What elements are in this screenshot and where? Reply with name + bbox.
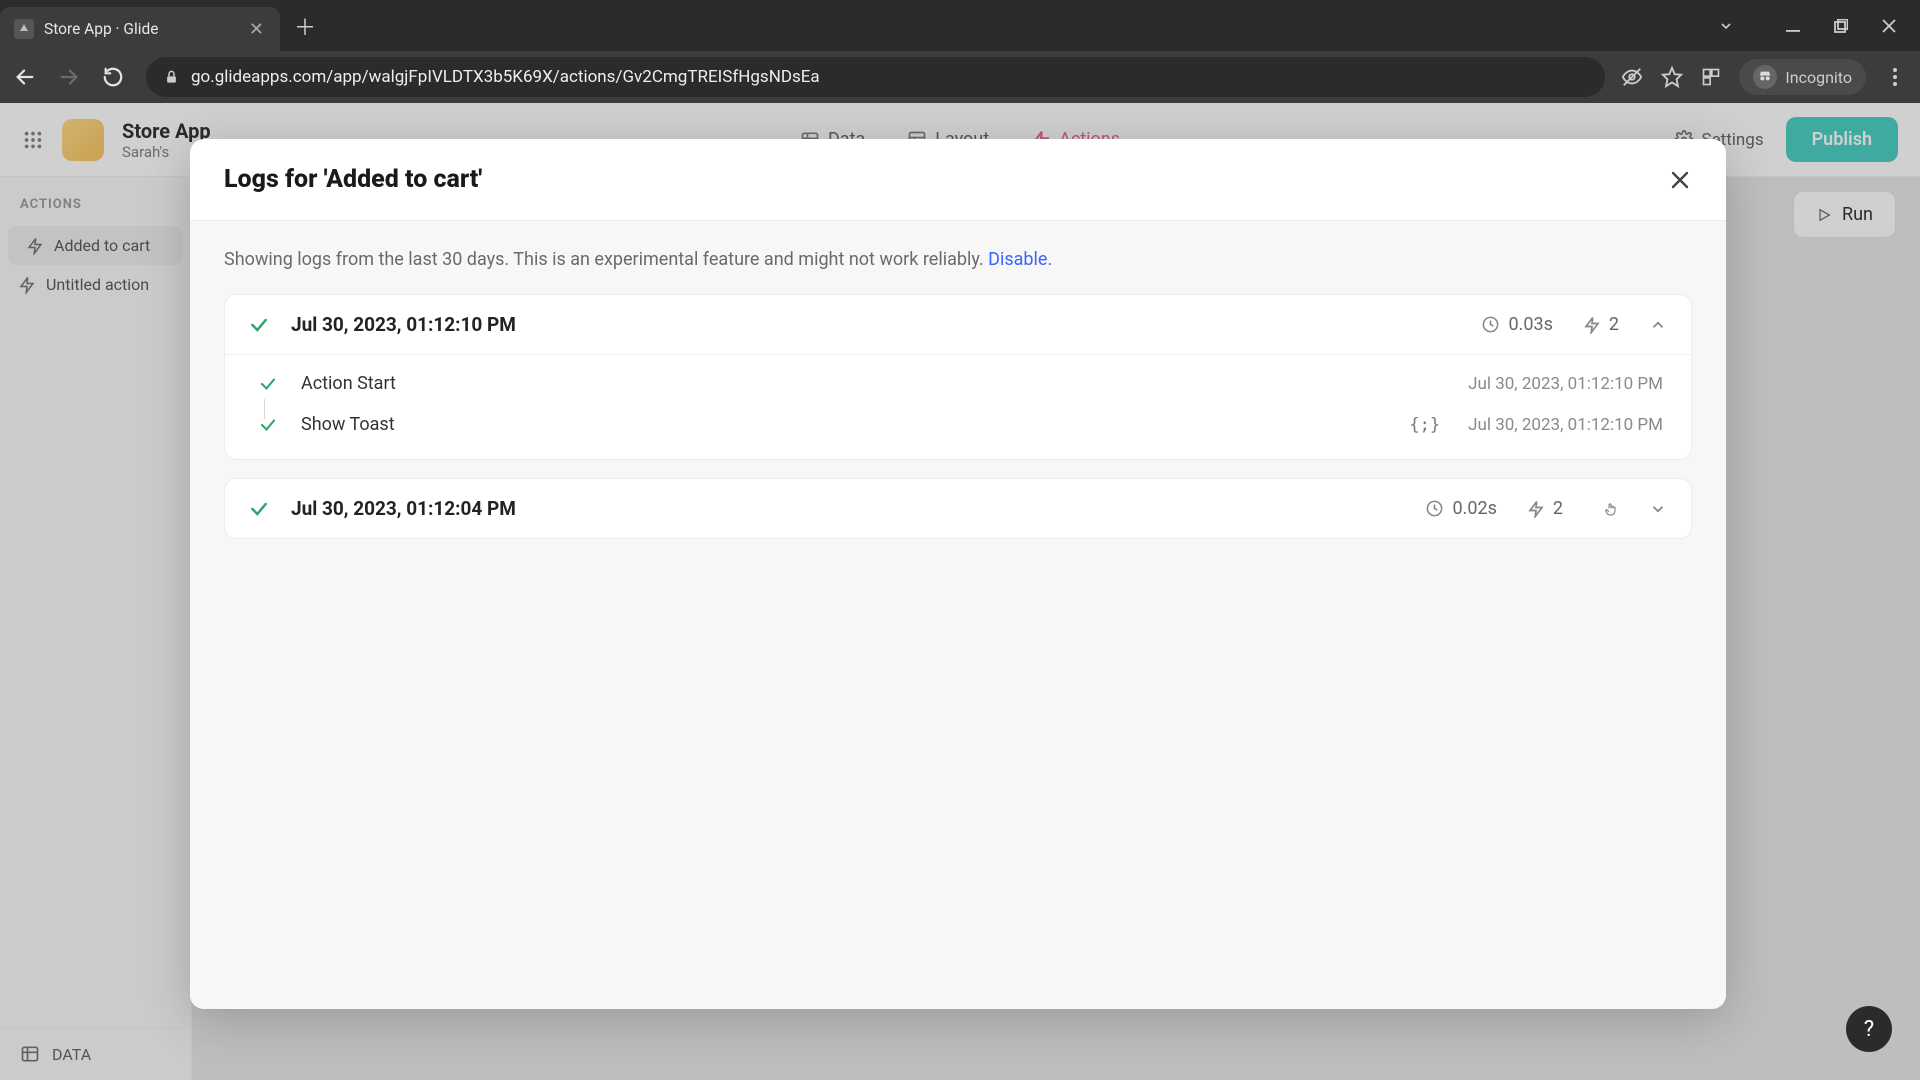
success-check-icon [249, 499, 269, 519]
log-step-row: Show Toast {;} Jul 30, 2023, 01:12:10 PM [225, 404, 1691, 445]
reload-button[interactable] [102, 66, 130, 88]
window-close-icon[interactable] [1882, 19, 1896, 33]
url-text: go.glideapps.com/app/walgjFpIVLDTX3b5K69… [191, 67, 820, 87]
log-duration: 0.03s [1481, 314, 1552, 335]
log-step-count-value: 2 [1609, 314, 1619, 335]
cursor-icon [1603, 500, 1619, 518]
dialog-intro: Showing logs from the last 30 days. This… [224, 249, 1692, 270]
forward-button[interactable] [58, 66, 86, 88]
log-step-count: 2 [1583, 314, 1619, 335]
close-icon[interactable] [1668, 168, 1692, 192]
step-name: Action Start [301, 373, 396, 394]
maximize-icon[interactable] [1834, 19, 1848, 33]
step-check-icon [259, 375, 277, 393]
back-button[interactable] [14, 66, 42, 88]
log-duration: 0.02s [1425, 498, 1496, 519]
dialog-title: Logs for 'Added to cart' [224, 165, 482, 194]
log-duration-value: 0.03s [1508, 314, 1552, 335]
intro-text: Showing logs from the last 30 days. This… [224, 249, 988, 270]
tab-close-icon[interactable]: ✕ [249, 19, 264, 40]
log-timestamp: Jul 30, 2023, 01:12:04 PM [291, 497, 516, 520]
extensions-icon[interactable] [1701, 67, 1721, 87]
step-check-icon [259, 416, 277, 434]
disable-link[interactable]: Disable. [988, 249, 1052, 270]
chevron-down-icon[interactable] [1649, 500, 1667, 518]
browser-toolbar: go.glideapps.com/app/walgjFpIVLDTX3b5K69… [0, 51, 1920, 103]
log-duration-value: 0.02s [1452, 498, 1496, 519]
step-timestamp: Jul 30, 2023, 01:12:10 PM [1468, 415, 1663, 435]
minimize-icon[interactable] [1786, 19, 1800, 33]
favicon-icon [14, 19, 34, 39]
incognito-icon [1753, 65, 1777, 89]
incognito-badge[interactable]: Incognito [1739, 59, 1866, 95]
log-step-count-value: 2 [1553, 498, 1563, 519]
success-check-icon [249, 315, 269, 335]
bookmark-star-icon[interactable] [1661, 66, 1683, 88]
help-fab[interactable]: ? [1846, 1006, 1892, 1052]
log-timestamp: Jul 30, 2023, 01:12:10 PM [291, 313, 516, 336]
incognito-label: Incognito [1785, 68, 1852, 87]
log-summary-row[interactable]: Jul 30, 2023, 01:12:04 PM 0.02s 2 [225, 479, 1691, 538]
browser-tab-bar: Store App · Glide ✕ ＋ [0, 0, 1920, 51]
step-name: Show Toast [301, 414, 395, 435]
logs-dialog: Logs for 'Added to cart' Showing logs fr… [190, 139, 1726, 1009]
url-bar[interactable]: go.glideapps.com/app/walgjFpIVLDTX3b5K69… [146, 57, 1605, 97]
lock-icon [164, 69, 179, 85]
step-data-icon[interactable]: {;} [1409, 415, 1440, 435]
browser-tab-title: Store App · Glide [44, 20, 158, 38]
browser-tab[interactable]: Store App · Glide ✕ [0, 7, 280, 51]
log-entry: Jul 30, 2023, 01:12:10 PM 0.03s 2 [224, 294, 1692, 460]
step-timestamp: Jul 30, 2023, 01:12:10 PM [1468, 374, 1663, 394]
log-step-row: Action Start Jul 30, 2023, 01:12:10 PM [225, 363, 1691, 404]
new-tab-button[interactable]: ＋ [294, 10, 316, 42]
chevron-up-icon[interactable] [1649, 316, 1667, 334]
log-step-count: 2 [1527, 498, 1563, 519]
log-entry: Jul 30, 2023, 01:12:04 PM 0.02s 2 [224, 478, 1692, 539]
tab-overflow-icon[interactable] [1718, 18, 1734, 34]
browser-menu-icon[interactable] [1884, 68, 1906, 86]
eye-off-icon[interactable] [1621, 66, 1643, 88]
log-summary-row[interactable]: Jul 30, 2023, 01:12:10 PM 0.03s 2 [225, 295, 1691, 354]
